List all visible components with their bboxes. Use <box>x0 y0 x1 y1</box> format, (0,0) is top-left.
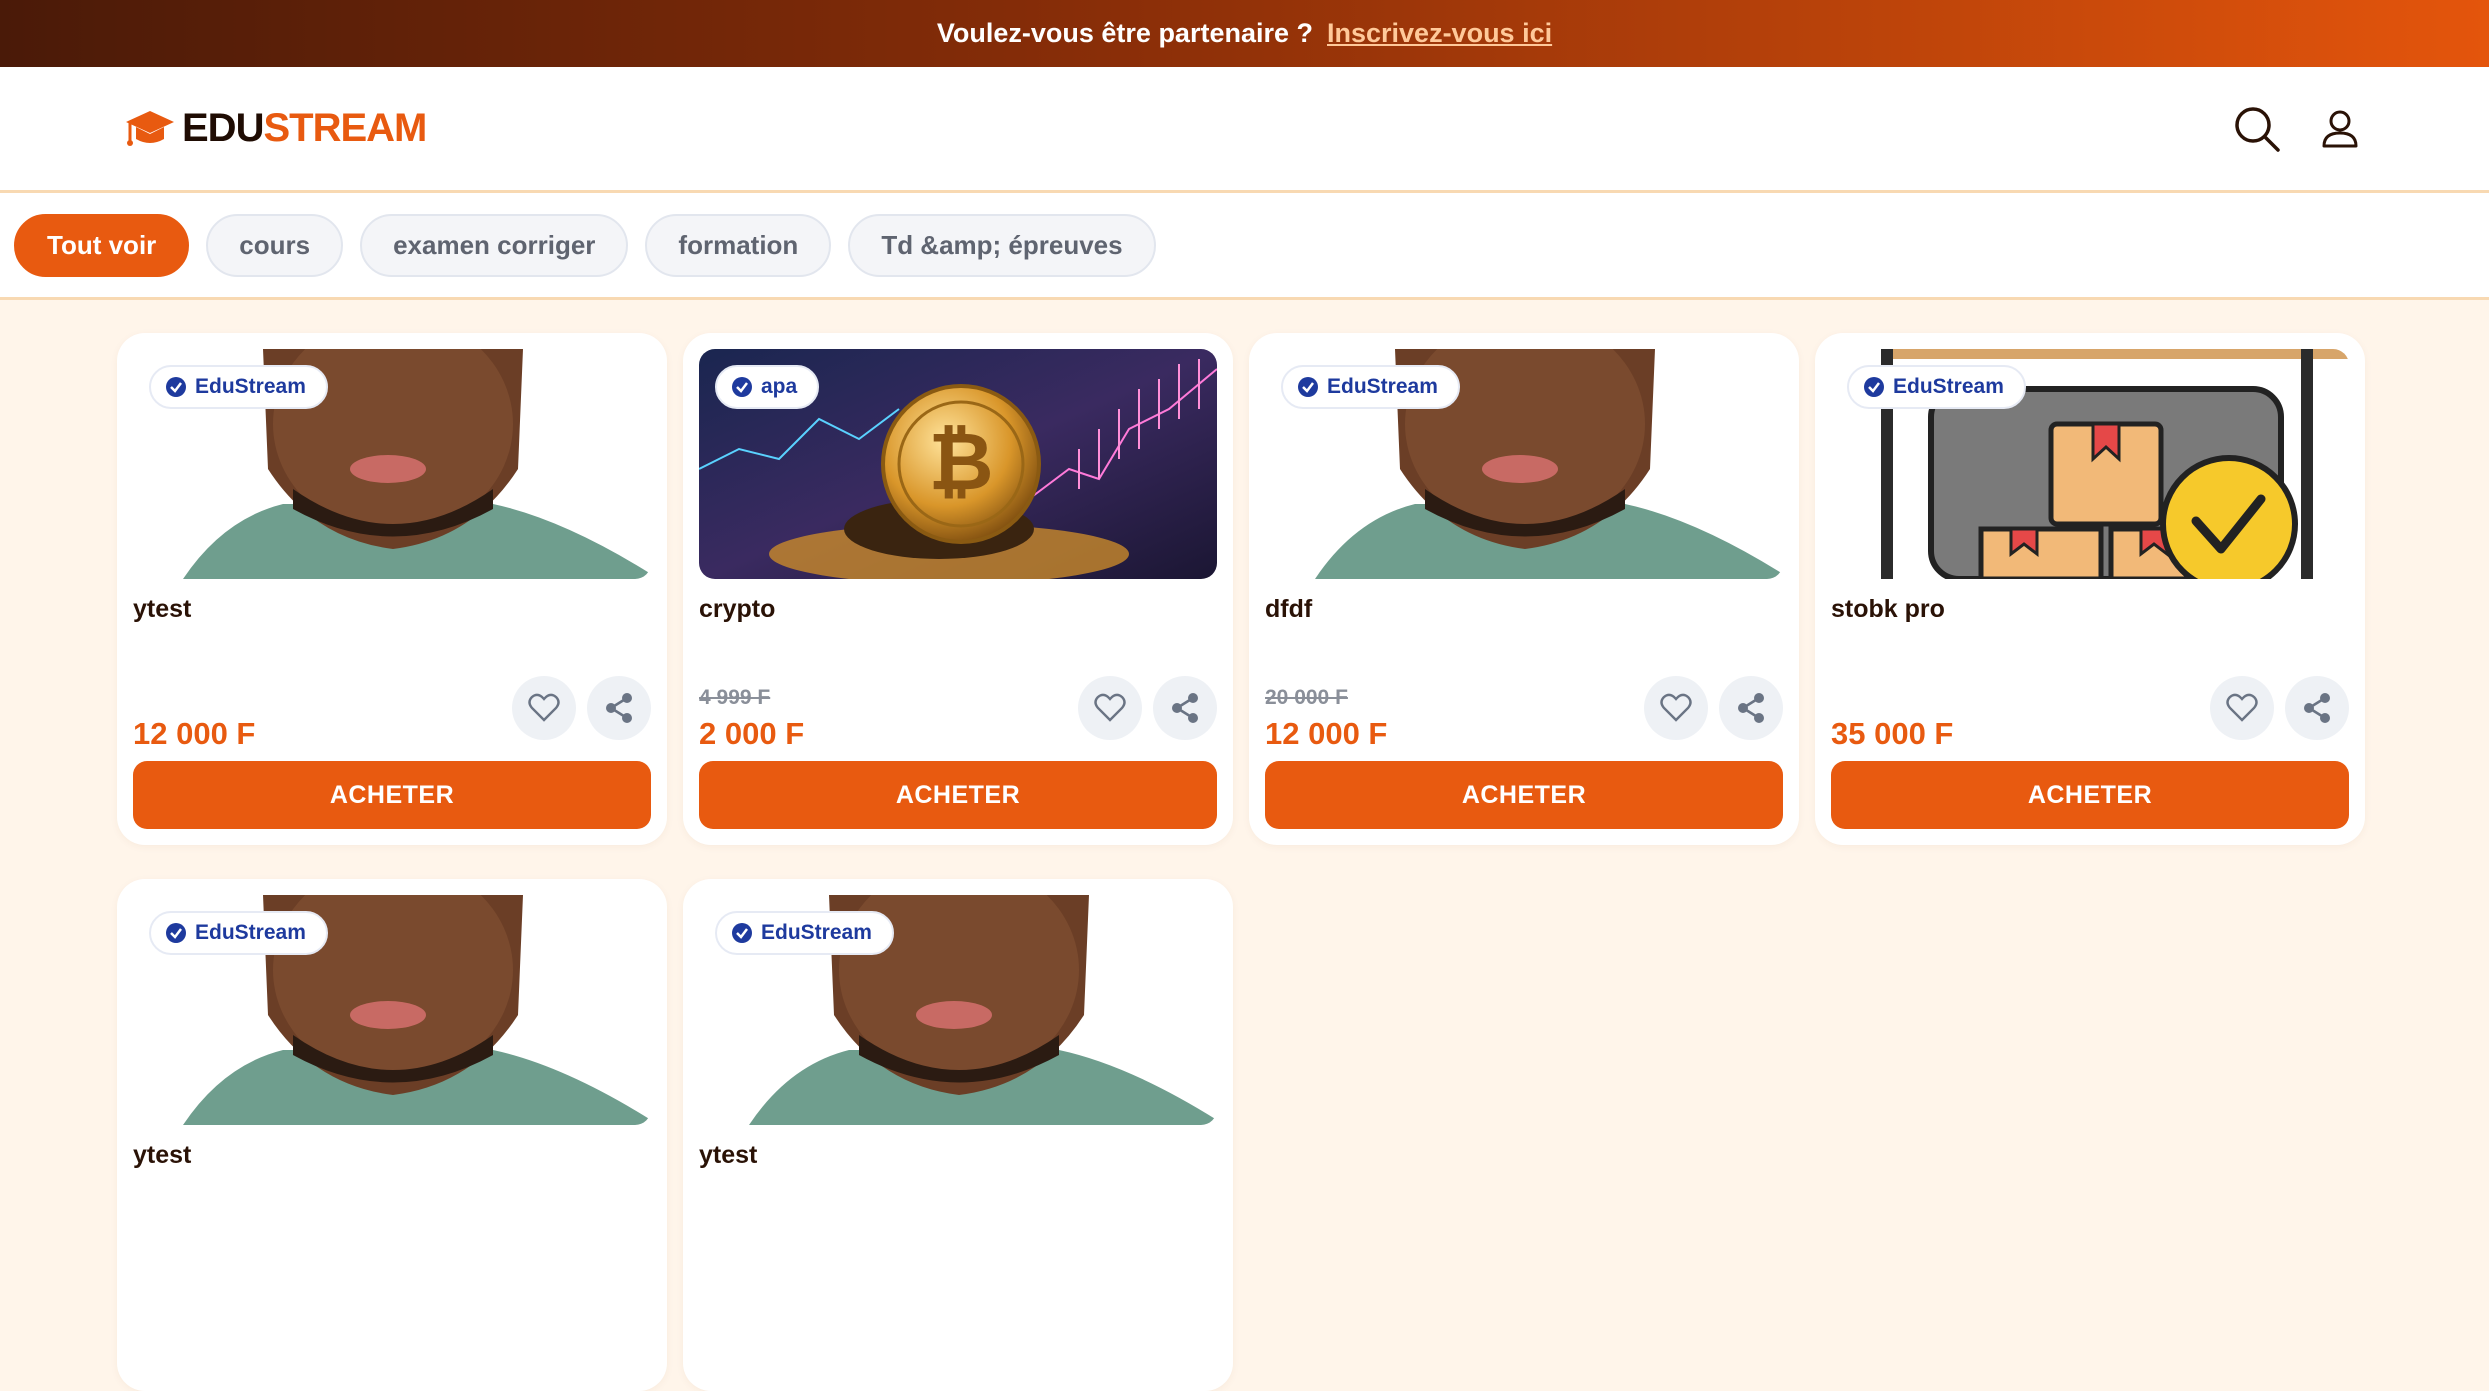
seller-name: EduStream <box>1327 375 1438 398</box>
verified-icon <box>166 377 186 397</box>
product-title: crypto <box>699 595 776 623</box>
price: 35 000 F <box>1831 716 1954 751</box>
seller-badge: EduStream <box>149 365 328 409</box>
favorite-button[interactable] <box>2210 676 2274 740</box>
verified-icon <box>166 923 186 943</box>
seller-name: EduStream <box>761 921 872 944</box>
seller-name: EduStream <box>195 375 306 398</box>
favorite-button[interactable] <box>1644 676 1708 740</box>
product-card[interactable]: EduStream ytest <box>683 879 1233 1391</box>
logo-text-edu: EDU <box>182 106 264 150</box>
product-title: dfdf <box>1265 595 1313 623</box>
seller-badge: EduStream <box>1281 365 1460 409</box>
verified-icon <box>1298 377 1318 397</box>
price: 12 000 F <box>1265 716 1388 751</box>
partner-banner-text: Voulez-vous être partenaire ? <box>936 18 1313 48</box>
search-icon[interactable] <box>2233 105 2281 153</box>
category-filter-bar: Tout voir cours examen corriger formatio… <box>0 193 2489 300</box>
seller-badge: EduStream <box>149 911 328 955</box>
product-image[interactable]: EduStream <box>699 895 1217 1125</box>
signup-link[interactable]: Inscrivez-vous ici <box>1327 18 1552 49</box>
seller-name: apa <box>761 375 798 398</box>
buy-button[interactable]: ACHETER <box>699 761 1217 829</box>
filter-td-epreuves[interactable]: Td &amp; épreuves <box>848 213 1156 277</box>
product-image[interactable]: EduStream <box>1265 349 1783 579</box>
buy-button[interactable]: ACHETER <box>133 761 651 829</box>
partner-banner: Voulez-vous être partenaire ? Inscrivez-… <box>0 0 2489 67</box>
product-image[interactable]: ₿ apa <box>699 349 1217 579</box>
product-image[interactable]: EduStream <box>133 349 651 579</box>
share-icon <box>606 693 632 723</box>
buy-button[interactable]: ACHETER <box>1831 761 2349 829</box>
seller-name: EduStream <box>1893 375 2004 398</box>
seller-name: EduStream <box>195 921 306 944</box>
filter-tout-voir[interactable]: Tout voir <box>14 213 190 277</box>
product-title: ytest <box>699 1141 758 1169</box>
share-button[interactable] <box>1153 676 1217 740</box>
product-card[interactable]: EduStream ytest <box>117 879 667 1391</box>
share-button[interactable] <box>2285 676 2349 740</box>
product-image[interactable]: EduStream <box>133 895 651 1125</box>
old-price: 4 999 F <box>699 686 771 709</box>
product-title: stobk pro <box>1831 595 1945 623</box>
filter-cours[interactable]: cours <box>206 213 344 277</box>
product-card[interactable]: EduStream dfdf 20 000 F 12 000 F ACHETER <box>1249 333 1799 845</box>
favorite-button[interactable] <box>1078 676 1142 740</box>
svg-text:₿: ₿ <box>928 415 993 508</box>
verified-icon <box>732 923 752 943</box>
heart-icon <box>1660 693 1692 722</box>
share-button[interactable] <box>1719 676 1783 740</box>
heart-icon <box>528 693 560 722</box>
verified-icon <box>1864 377 1884 397</box>
filter-examen-corriger[interactable]: examen corriger <box>360 213 629 277</box>
verified-icon <box>732 377 752 397</box>
share-icon <box>2304 693 2330 723</box>
product-image[interactable]: EduStream <box>1831 349 2349 579</box>
product-grid: EduStream ytest 12 000 F ACHETER ₿ apa c… <box>117 333 2365 1391</box>
old-price: 20 000 F <box>1265 686 1348 709</box>
seller-badge: EduStream <box>1847 365 2026 409</box>
share-icon <box>1172 693 1198 723</box>
graduation-cap-icon <box>126 110 174 146</box>
price: 12 000 F <box>133 716 256 751</box>
product-card[interactable]: EduStream ytest 12 000 F ACHETER <box>117 333 667 845</box>
share-icon <box>1738 693 1764 723</box>
product-card[interactable]: ₿ apa crypto 4 999 F 2 000 F ACHETER <box>683 333 1233 845</box>
product-card[interactable]: EduStream stobk pro 35 000 F ACHETER <box>1815 333 2365 845</box>
buy-button[interactable]: ACHETER <box>1265 761 1783 829</box>
favorite-button[interactable] <box>512 676 576 740</box>
site-header: EDUSTREAM <box>0 67 2489 193</box>
product-title: ytest <box>133 595 192 623</box>
price: 2 000 F <box>699 716 805 751</box>
share-button[interactable] <box>587 676 651 740</box>
logo-text-stream: STREAM <box>263 106 427 150</box>
filter-formation[interactable]: formation <box>645 213 832 277</box>
seller-badge: apa <box>715 365 820 409</box>
user-icon[interactable] <box>2321 109 2359 149</box>
site-logo[interactable]: EDUSTREAM <box>124 106 427 151</box>
heart-icon <box>1094 693 1126 722</box>
product-title: ytest <box>133 1141 192 1169</box>
seller-badge: EduStream <box>715 911 894 955</box>
heart-icon <box>2226 693 2258 722</box>
